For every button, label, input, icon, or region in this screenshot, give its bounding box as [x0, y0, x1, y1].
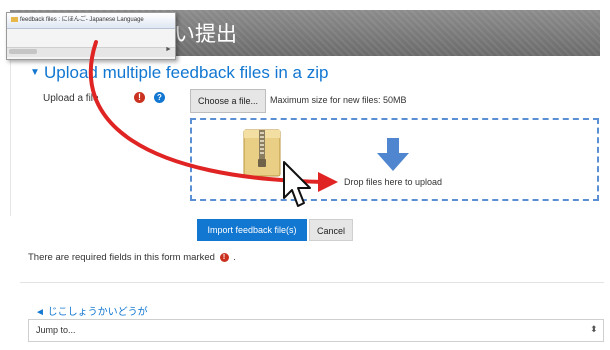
previous-activity-link[interactable]: ◄ じこしょうかいどうが — [35, 303, 148, 318]
page-edge-line — [10, 56, 11, 216]
required-note-end: . — [233, 252, 236, 263]
help-icon[interactable]: ? — [154, 92, 165, 103]
page-title: い提出 — [174, 23, 237, 46]
jump-to-select[interactable] — [28, 319, 604, 342]
folder-icon — [11, 16, 18, 22]
file-explorer-titlebar[interactable]: feedback files : にほんご- Japanese Language — [7, 13, 175, 29]
file-explorer-scroll-thumb[interactable] — [9, 49, 37, 54]
choose-file-button[interactable]: Choose a file... — [190, 89, 266, 113]
section-heading[interactable]: Upload multiple feedback files in a zip — [44, 63, 328, 83]
required-fields-note: There are required fields in this form m… — [28, 252, 236, 263]
mouse-pointer-icon — [283, 161, 311, 207]
required-note-text: There are required fields in this form m… — [28, 252, 215, 263]
file-explorer-title: feedback files : にほんご- Japanese Language — [20, 17, 144, 23]
zip-folder-icon[interactable] — [242, 126, 282, 178]
required-icon: ! — [219, 252, 229, 262]
select-arrows-icon: ⬍ — [590, 324, 598, 334]
upload-file-label: Upload a file — [43, 93, 99, 104]
collapse-triangle-icon[interactable]: ▼ — [30, 67, 40, 78]
drop-files-text: Drop files here to upload — [344, 177, 443, 187]
down-arrow-icon — [377, 138, 409, 171]
scroll-right-icon[interactable]: ► — [165, 46, 172, 53]
max-size-text: Maximum size for new files: 50MB — [270, 95, 407, 105]
required-icon: ! — [134, 92, 145, 103]
section-divider — [20, 282, 604, 283]
file-explorer-window[interactable]: feedback files : にほんご- Japanese Language… — [6, 12, 176, 60]
import-feedback-button[interactable]: Import feedback file(s) — [197, 219, 307, 241]
jump-to-select-value: Jump to... — [36, 325, 76, 335]
cancel-button[interactable]: Cancel — [309, 219, 353, 241]
